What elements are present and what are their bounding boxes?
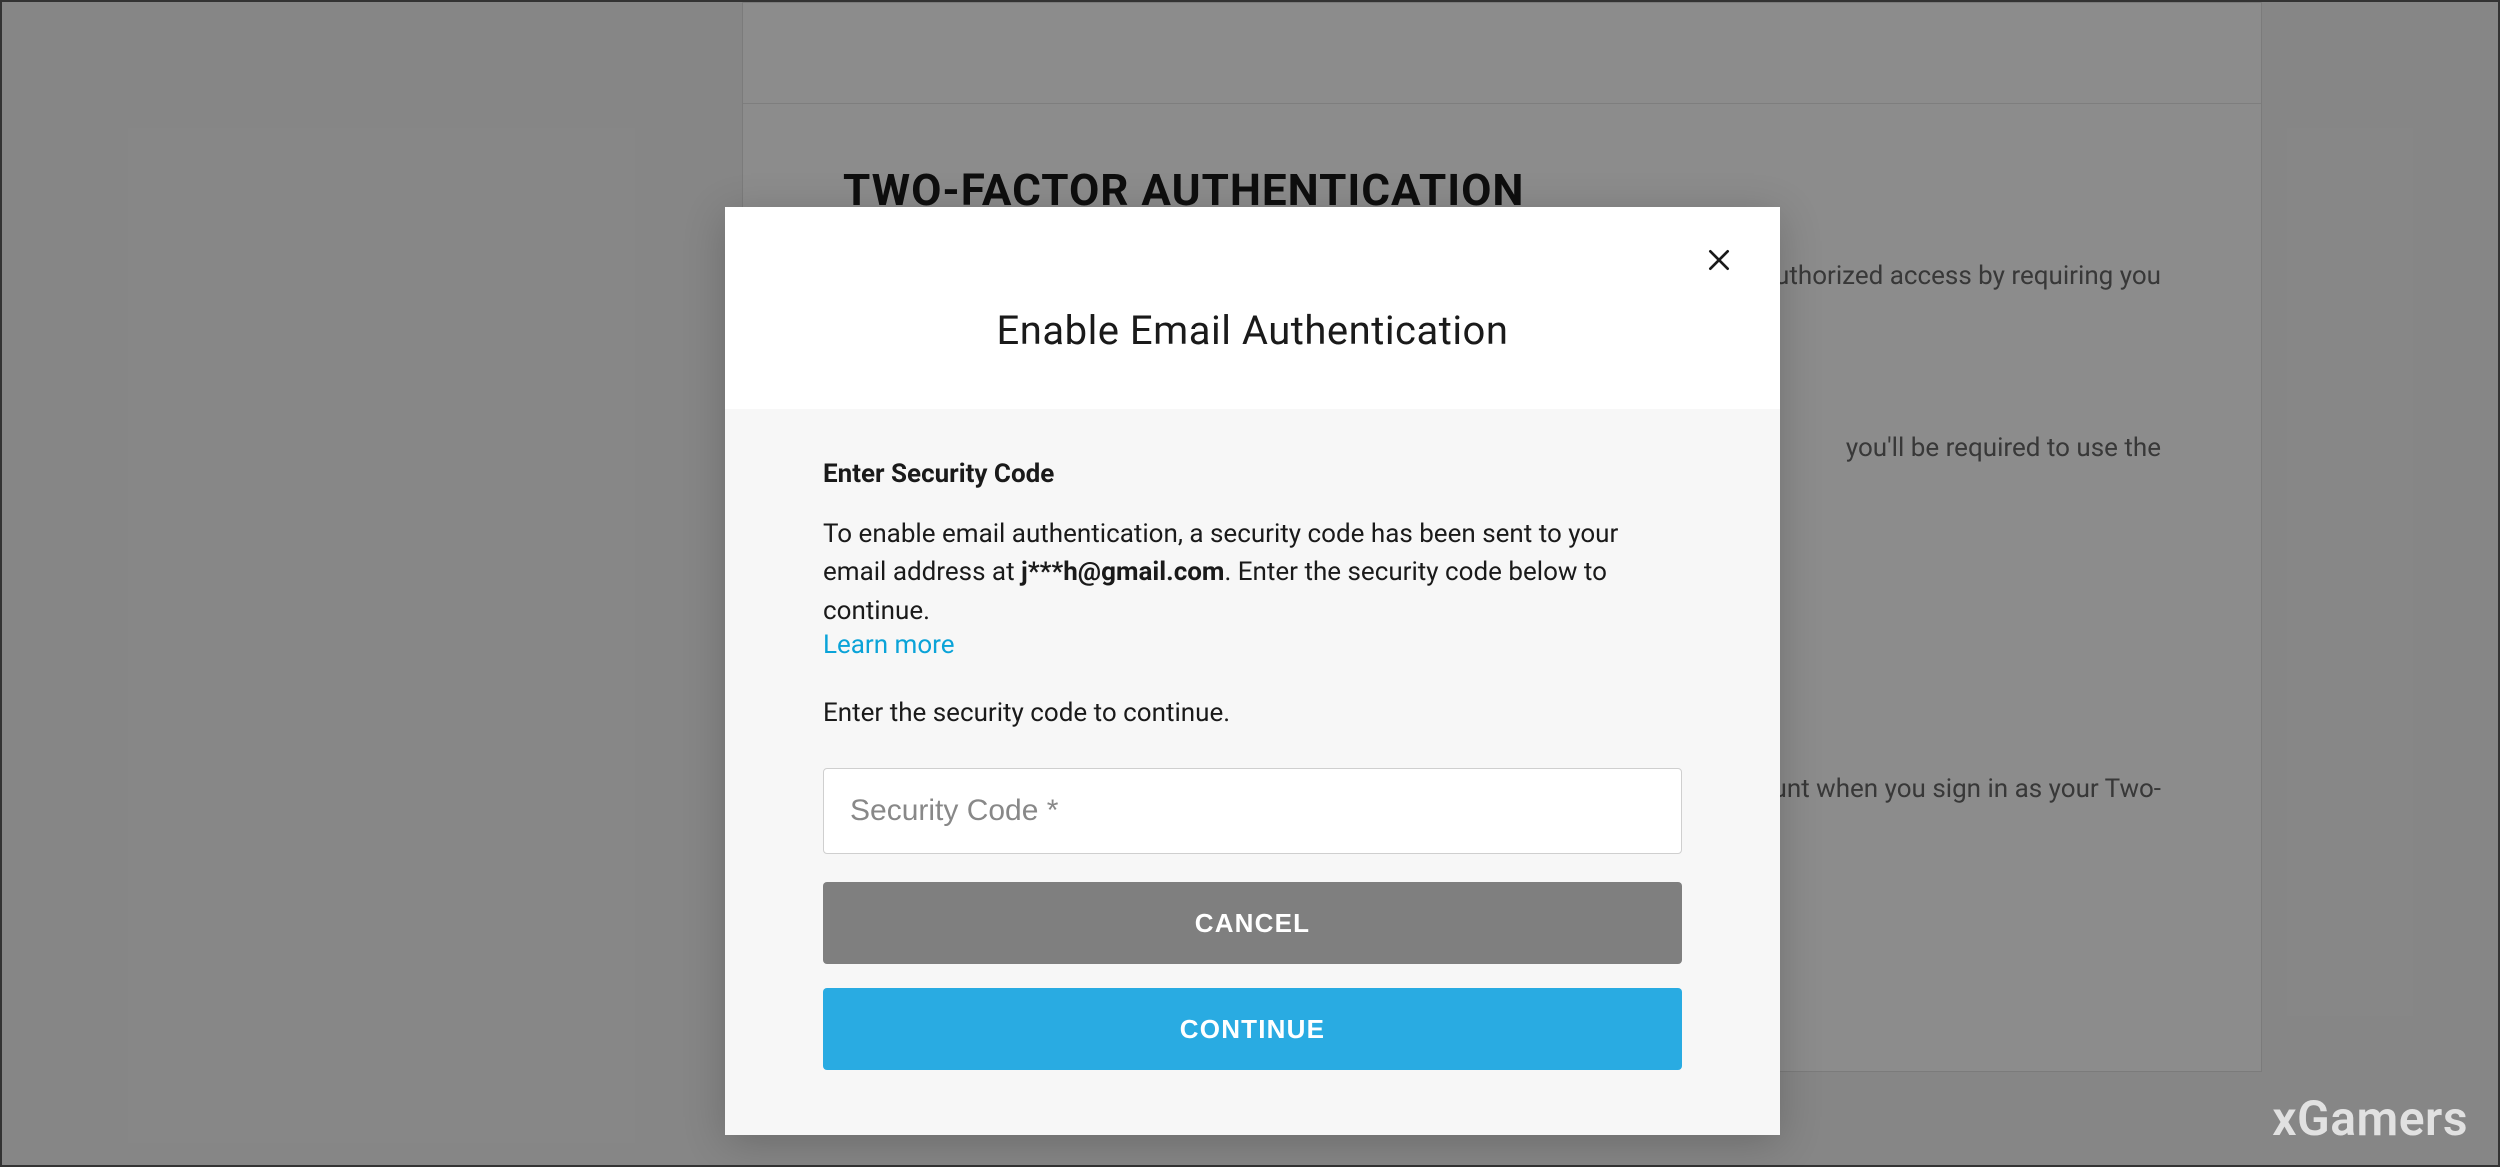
- learn-more-link[interactable]: Learn more: [823, 630, 955, 660]
- modal-title: Enable Email Authentication: [775, 307, 1730, 354]
- modal-header: Enable Email Authentication: [725, 207, 1780, 409]
- modal-description: To enable email authentication, a securi…: [823, 515, 1682, 630]
- close-icon: [1706, 247, 1732, 276]
- modal-body: Enter Security Code To enable email auth…: [725, 409, 1780, 1135]
- cancel-button[interactable]: CANCEL: [823, 882, 1682, 964]
- modal-subheading: Enter Security Code: [823, 459, 1682, 489]
- masked-email: j***h@gmail.com: [1021, 557, 1224, 587]
- modal-description-block: To enable email authentication, a securi…: [823, 515, 1682, 660]
- continue-button[interactable]: CONTINUE: [823, 988, 1682, 1070]
- close-button[interactable]: [1698, 239, 1740, 284]
- watermark: xGamers: [2272, 1090, 2468, 1147]
- prompt-text: Enter the security code to continue.: [823, 698, 1682, 728]
- enable-email-auth-modal: Enable Email Authentication Enter Securi…: [725, 207, 1780, 1135]
- security-code-input[interactable]: [823, 768, 1682, 854]
